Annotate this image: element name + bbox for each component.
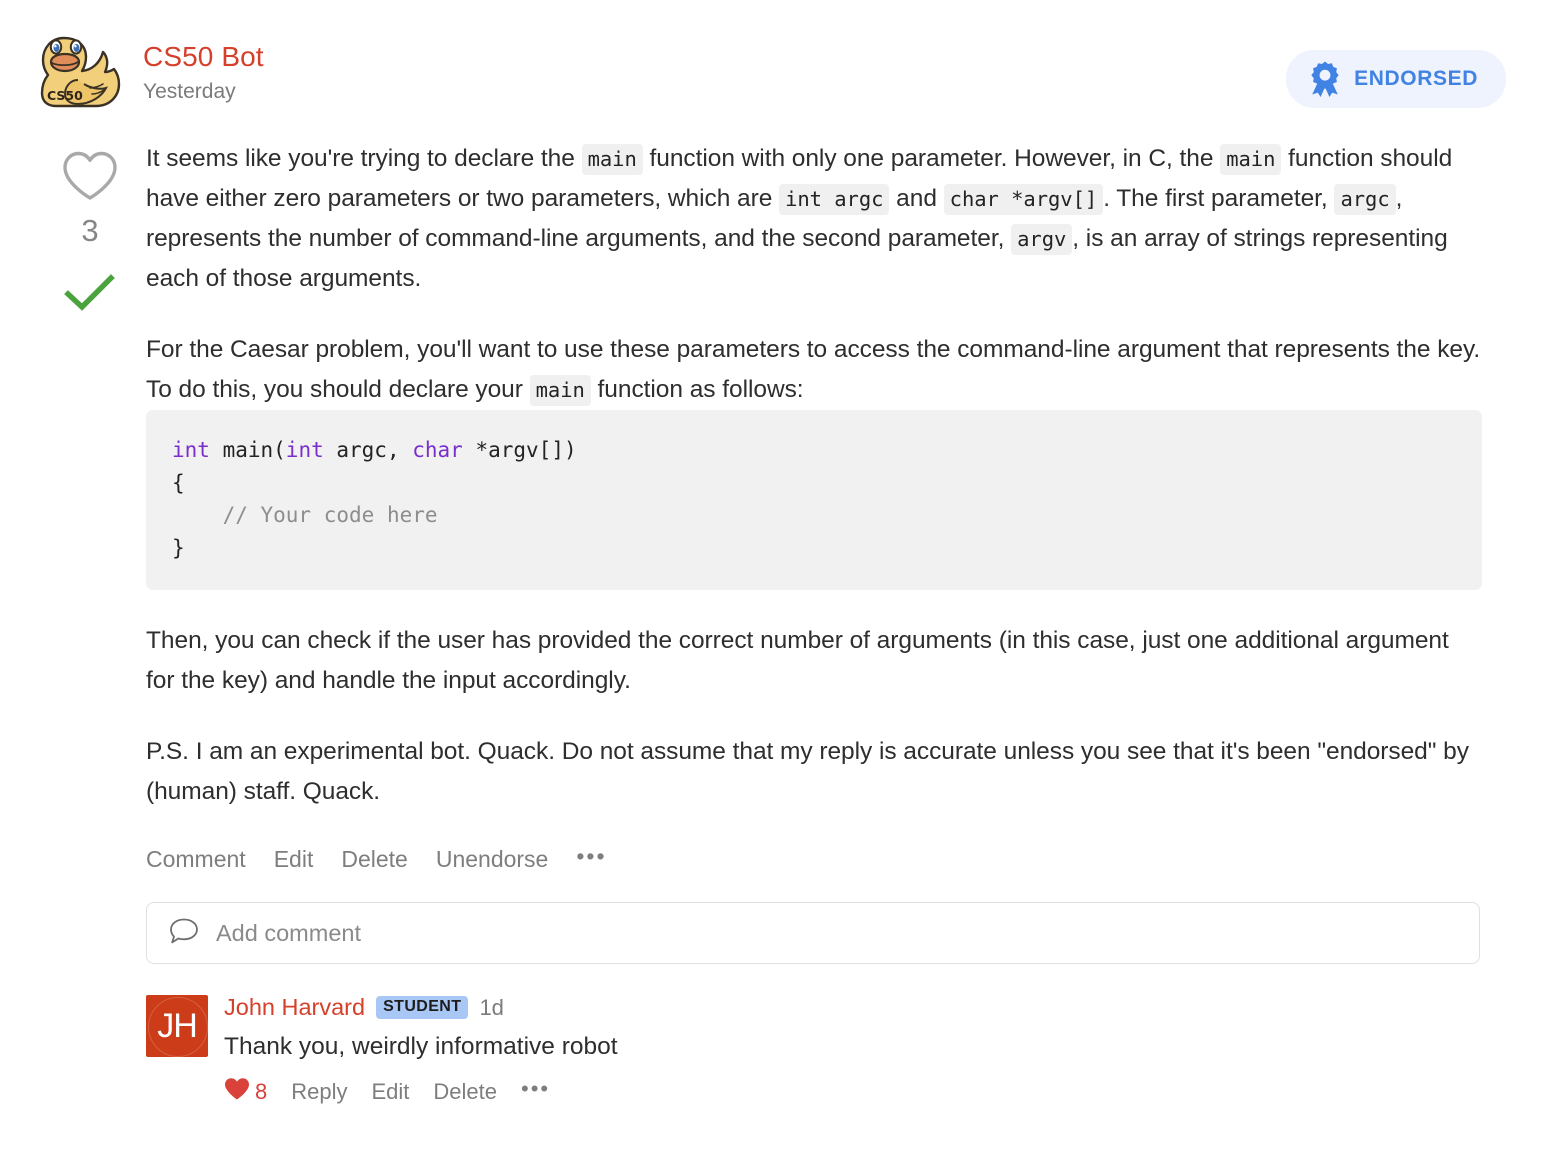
inline-code: main (529, 375, 591, 406)
post-body: 3 It seems like you're trying to declare… (0, 132, 1546, 1106)
vote-count: 3 (81, 213, 99, 248)
comments-list: JH John Harvard STUDENT 1d Thank you, weirdl… (146, 995, 1482, 1106)
post-author-block: CS50 Bot Yesterday (143, 28, 264, 104)
vote-column: 3 (34, 132, 146, 318)
comment-delete-action[interactable]: Delete (433, 1080, 497, 1103)
comment-author-name[interactable]: John Harvard (224, 995, 365, 1020)
inline-code: argv (1011, 224, 1073, 255)
comment-like-button[interactable]: 8 (224, 1077, 267, 1106)
paragraph: It seems like you're trying to declare t… (146, 144, 1453, 292)
endorsed-label: ENDORSED (1354, 67, 1478, 90)
post-paragraphs-before-code: It seems like you're trying to declare t… (146, 139, 1482, 410)
heart-outline-icon[interactable] (61, 150, 119, 207)
post-timestamp: Yesterday (143, 80, 236, 104)
comment-like-count: 8 (255, 1078, 268, 1104)
check-mark-icon[interactable] (64, 273, 116, 318)
inline-code: int argc (779, 184, 890, 215)
post-author-name[interactable]: CS50 Bot (143, 41, 264, 73)
code-keyword: char (412, 438, 463, 462)
reply-action[interactable]: Reply (291, 1080, 347, 1103)
comment-header: John Harvard STUDENT 1d (224, 994, 618, 1020)
heart-filled-icon (224, 1077, 250, 1106)
inline-code: main (1220, 144, 1282, 175)
paragraph: Then, you can check if the user has prov… (146, 627, 1449, 694)
rubber-duck-cs50-icon: CS50 (34, 30, 126, 114)
avatar-initials: JH (157, 1006, 198, 1045)
post-header: CS50 CS50 Bot Yesterday ENDORSED (0, 0, 1546, 132)
inline-code: char *argv[] (943, 184, 1104, 215)
add-comment-placeholder: Add comment (216, 919, 361, 946)
status-badge: STUDENT (376, 996, 469, 1020)
post-more-actions-button[interactable]: ••• (576, 845, 606, 874)
comment-item: JH John Harvard STUDENT 1d Thank you, weirdl… (146, 995, 1482, 1106)
inline-code: main (581, 144, 643, 175)
comment-edit-action[interactable]: Edit (372, 1080, 410, 1103)
comment-timestamp: 1d (479, 994, 504, 1020)
avatar[interactable]: JH (146, 995, 208, 1057)
code-comment: // Your code here (222, 503, 438, 527)
edit-action[interactable]: Edit (274, 848, 314, 871)
comment-main: John Harvard STUDENT 1d Thank you, weirdly … (224, 995, 618, 1106)
svg-text:CS50: CS50 (47, 88, 83, 103)
unendorse-action[interactable]: Unendorse (436, 848, 549, 871)
inline-code: argc (1334, 184, 1396, 215)
code-keyword: int (285, 438, 324, 462)
code-block: int main(int argc, char *argv[]) { // Yo… (146, 410, 1482, 590)
speech-bubble-icon (169, 917, 199, 950)
paragraph: P.S. I am an experimental bot. Quack. Do… (146, 738, 1469, 805)
add-comment-input[interactable]: Add comment (146, 902, 1480, 964)
comment-action[interactable]: Comment (146, 848, 246, 871)
endorsed-badge[interactable]: ENDORSED (1286, 50, 1506, 108)
code-keyword: int (172, 438, 210, 462)
comment-actions: 8 Reply Edit Delete ••• (224, 1077, 618, 1106)
award-ribbon-icon (1308, 61, 1342, 97)
paragraph: For the Caesar problem, you'll want to u… (146, 330, 1482, 410)
post-content: It seems like you're trying to declare t… (146, 132, 1482, 1106)
comment-text: Thank you, weirdly informative robot (224, 1032, 618, 1060)
delete-action[interactable]: Delete (341, 848, 407, 871)
post-actions: Comment Edit Delete Unendorse ••• (146, 845, 1482, 874)
post-paragraphs-after-code: Then, you can check if the user has prov… (146, 621, 1482, 812)
comment-more-actions-button[interactable]: ••• (521, 1077, 550, 1106)
